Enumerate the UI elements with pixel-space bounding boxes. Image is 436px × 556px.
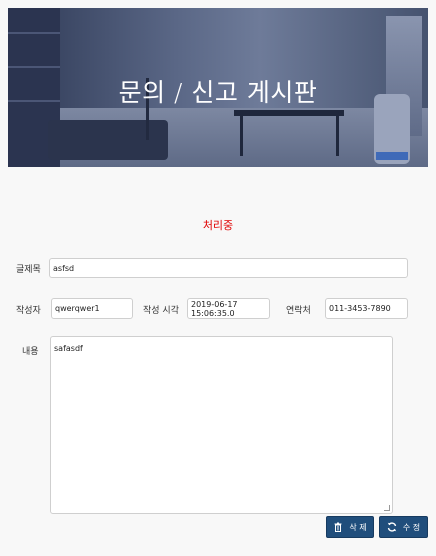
resize-handle[interactable]	[384, 505, 390, 511]
contact-label: 연락처	[286, 306, 311, 316]
hero-banner: 문의 / 신고 게시판	[8, 8, 428, 167]
content-text: safasdf	[54, 344, 83, 353]
delete-button[interactable]: 삭 제	[326, 516, 374, 538]
banner-sofa	[48, 120, 168, 160]
edit-button-label: 수 정	[402, 522, 421, 532]
title-label: 글제목	[16, 265, 41, 275]
content-textarea[interactable]: safasdf	[50, 336, 393, 514]
page-title: 문의 / 신고 게시판	[118, 78, 318, 107]
banner-shelf-line	[8, 32, 60, 34]
banner-table	[234, 110, 344, 116]
title-field[interactable]: asfsd	[49, 258, 408, 278]
time-field[interactable]: 2019-06-17 15:06:35.0	[187, 298, 270, 319]
contact-field[interactable]: 011-3453-7890	[325, 298, 408, 319]
author-label: 작성자	[16, 306, 41, 316]
banner-table-leg	[336, 116, 339, 156]
time-label: 작성 시각	[143, 306, 179, 316]
banner-appliance-base	[376, 152, 408, 160]
content-label: 내용	[22, 347, 39, 357]
author-field[interactable]: qwerqwer1	[51, 298, 133, 319]
page: 문의 / 신고 게시판 처리중 글제목 asfsd 작성자 qwerqwer1 …	[0, 0, 436, 556]
trash-icon	[334, 522, 342, 532]
edit-button[interactable]: 수 정	[379, 516, 428, 538]
refresh-icon	[387, 522, 397, 532]
delete-button-label: 삭 제	[349, 522, 367, 532]
banner-shelf-line	[8, 66, 60, 68]
banner-table-leg	[240, 116, 243, 156]
status-text: 처리중	[202, 219, 234, 232]
